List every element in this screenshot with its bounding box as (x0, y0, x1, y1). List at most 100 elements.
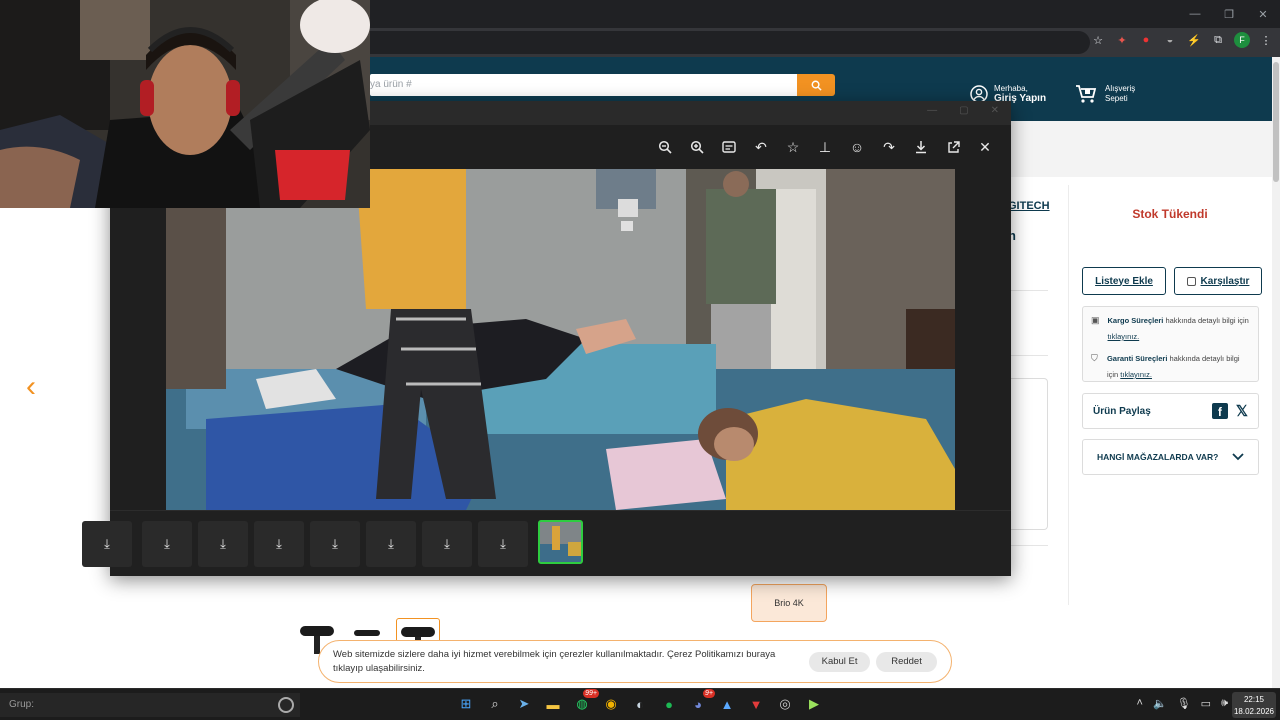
search-icon[interactable]: ⌕ (484, 693, 506, 715)
scrollbar-thumb[interactable] (1273, 62, 1279, 182)
taskbar: Grup: ⊞ ⌕ ➤ ▬ ◍ 99+ ◉ ◐ ● ◕ 9+ ▲ ▼ ◎ ▶ ˄ 🔈… (0, 688, 1280, 720)
page-scrollbar[interactable] (1272, 57, 1280, 688)
bookmark-star-icon[interactable]: ☆ (1090, 32, 1106, 48)
calendar-icon: ▣ (1091, 315, 1100, 325)
warranty-link[interactable]: tıklayınız. (1120, 370, 1152, 379)
film-item-selected-thumbnail[interactable] (538, 520, 583, 564)
window-controls: — ❐ ✕ (1178, 0, 1280, 28)
steam-icon[interactable]: ◐ (629, 693, 651, 715)
reply-icon[interactable]: ↶ (751, 137, 771, 157)
share-label: Ürün Paylaş (1093, 405, 1151, 417)
chevron-up-icon[interactable]: ˄ (1137, 697, 1143, 710)
media-app-icon[interactable]: ▼ (745, 693, 767, 715)
extension-icon[interactable]: ✦ (1114, 32, 1130, 48)
minimize-button[interactable]: — (1178, 0, 1212, 28)
taskbar-search[interactable]: Grup: (0, 693, 300, 717)
download-icon[interactable] (911, 137, 931, 157)
column-divider (1068, 185, 1069, 605)
extension-icon[interactable]: ⚡ (1186, 32, 1202, 48)
telegram-icon[interactable]: ➤ (513, 693, 535, 715)
whatsapp-badge: 99+ (583, 689, 599, 698)
film-item-download-icon[interactable]: ⤓ (366, 521, 416, 567)
price-box-fragment (1010, 378, 1048, 530)
browser-menu-icon[interactable]: ⋮ (1258, 32, 1274, 48)
search-button[interactable] (797, 74, 835, 96)
close-icon[interactable]: ✕ (975, 137, 995, 157)
gallery-prev-arrow-icon[interactable]: ‹ (26, 370, 36, 404)
extension-icon[interactable]: ● (1138, 32, 1154, 48)
viewer-maximize-icon[interactable]: ▢ (959, 105, 968, 116)
star-icon[interactable]: ☆ (783, 137, 803, 157)
shipping-link[interactable]: tıklayınız. (1108, 332, 1140, 341)
film-item-download-icon[interactable]: ⤓ (310, 521, 360, 567)
taskbar-apps: ⊞ ⌕ ➤ ▬ ◍ 99+ ◉ ◐ ● ◕ 9+ ▲ ▼ ◎ ▶ (455, 689, 825, 715)
divider (1010, 545, 1048, 546)
open-external-icon[interactable] (943, 137, 963, 157)
divider (1010, 355, 1048, 356)
add-to-list-button[interactable]: Listeye Ekle (1082, 267, 1166, 295)
compare-button[interactable]: Karşılaştır (1174, 267, 1262, 295)
file-explorer-icon[interactable]: ▬ (542, 693, 564, 715)
reject-cookies-button[interactable]: Reddet (876, 651, 937, 672)
shipping-warranty-box: ▣ Kargo Süreçleri hakkında detaylı bilgi… (1082, 306, 1259, 382)
chrome-icon[interactable]: ◉ (600, 693, 622, 715)
zoom-in-icon[interactable] (687, 137, 707, 157)
x-twitter-icon[interactable]: 𝕏 (1236, 402, 1248, 420)
cookie-text: Web sitemizde sizlere daha iyi hizmet ve… (333, 648, 776, 674)
shipping-title: Kargo Süreçleri (1107, 316, 1164, 325)
viewer-filmstrip: ⤓ ⤓ ⤓ ⤓ ⤓ ⤓ ⤓ ⤓ (82, 510, 1011, 576)
chevron-down-icon (1232, 453, 1244, 461)
accept-cookies-button[interactable]: Kabul Et (809, 651, 871, 672)
search-input[interactable]: ya ürün # (370, 74, 798, 96)
film-item-download-icon[interactable]: ⤓ (254, 521, 304, 567)
model-option-chip[interactable]: Brio 4K (751, 584, 827, 622)
film-item-download-icon[interactable]: ⤓ (198, 521, 248, 567)
taskbar-clock[interactable]: 22:15 18.02.2026 (1232, 692, 1276, 718)
display-icon[interactable]: ▭ (1201, 697, 1211, 710)
close-window-button[interactable]: ✕ (1246, 0, 1280, 28)
windows-start-icon[interactable]: ⊞ (455, 693, 477, 715)
photos-icon[interactable]: ▲ (716, 693, 738, 715)
film-item-download-icon[interactable]: ⤓ (82, 521, 132, 567)
maximize-button[interactable]: ❐ (1212, 0, 1246, 28)
profile-avatar[interactable]: F (1234, 32, 1250, 48)
caption-icon[interactable] (719, 137, 739, 157)
discord-icon[interactable]: ◕ 9+ (687, 689, 715, 715)
speaker-icon[interactable]: 🔈 (1153, 697, 1167, 710)
cart-link[interactable]: Alışveriş Sepeti (1075, 84, 1135, 104)
microphone-icon[interactable]: 🎙 (1177, 697, 1191, 710)
cart-icon (1076, 85, 1097, 103)
extensions-puzzle-icon[interactable]: ⧉ (1210, 32, 1226, 48)
taskbar-search-label: Grup: (9, 699, 35, 710)
cortana-icon[interactable] (278, 697, 294, 713)
whatsapp-icon[interactable]: ◍ 99+ (571, 689, 599, 715)
stock-status: Stok Tükendi (1132, 207, 1208, 221)
zoom-out-icon[interactable] (655, 137, 675, 157)
pin-icon[interactable]: ⊥ (815, 137, 835, 157)
product-actions: Listeye Ekle Karşılaştır (1082, 267, 1262, 295)
spotify-icon[interactable]: ● (658, 693, 680, 715)
stores-dropdown[interactable]: HANGİ MAĞAZALARDA VAR? (1082, 439, 1259, 475)
search-icon (811, 80, 822, 91)
film-item-download-icon[interactable]: ⤓ (422, 521, 472, 567)
media-player-icon[interactable]: ▶ (803, 693, 825, 715)
volume-icon[interactable]: 🕪 (1221, 697, 1228, 710)
viewer-close-window-icon[interactable]: ✕ (991, 105, 999, 116)
cookie-banner: Web sitemizde sizlere daha iyi hizmet ve… (318, 640, 952, 683)
forward-icon[interactable]: ↷ (879, 137, 899, 157)
compare-label: Karşılaştır (1200, 275, 1250, 287)
facebook-icon[interactable]: f (1211, 403, 1228, 419)
extension-icon[interactable]: ◒ (1162, 32, 1178, 48)
viewer-minimize-icon[interactable]: — (927, 105, 937, 116)
shield-icon: ⛉ (1091, 353, 1098, 363)
obs-icon[interactable]: ◎ (774, 693, 796, 715)
brand-link[interactable]: GITECH (1008, 200, 1050, 212)
film-item-download-icon[interactable]: ⤓ (478, 521, 528, 567)
emoji-icon[interactable]: ☺ (847, 137, 867, 157)
cart-label-line1: Alışveriş (1105, 84, 1136, 93)
discord-badge: 9+ (703, 689, 715, 698)
compare-checkbox[interactable] (1186, 276, 1196, 286)
warranty-title: Garanti Süreçleri (1106, 354, 1168, 363)
shipping-text: hakkında detaylı bilgi için (1163, 316, 1249, 325)
film-item-download-icon[interactable]: ⤓ (142, 521, 192, 567)
